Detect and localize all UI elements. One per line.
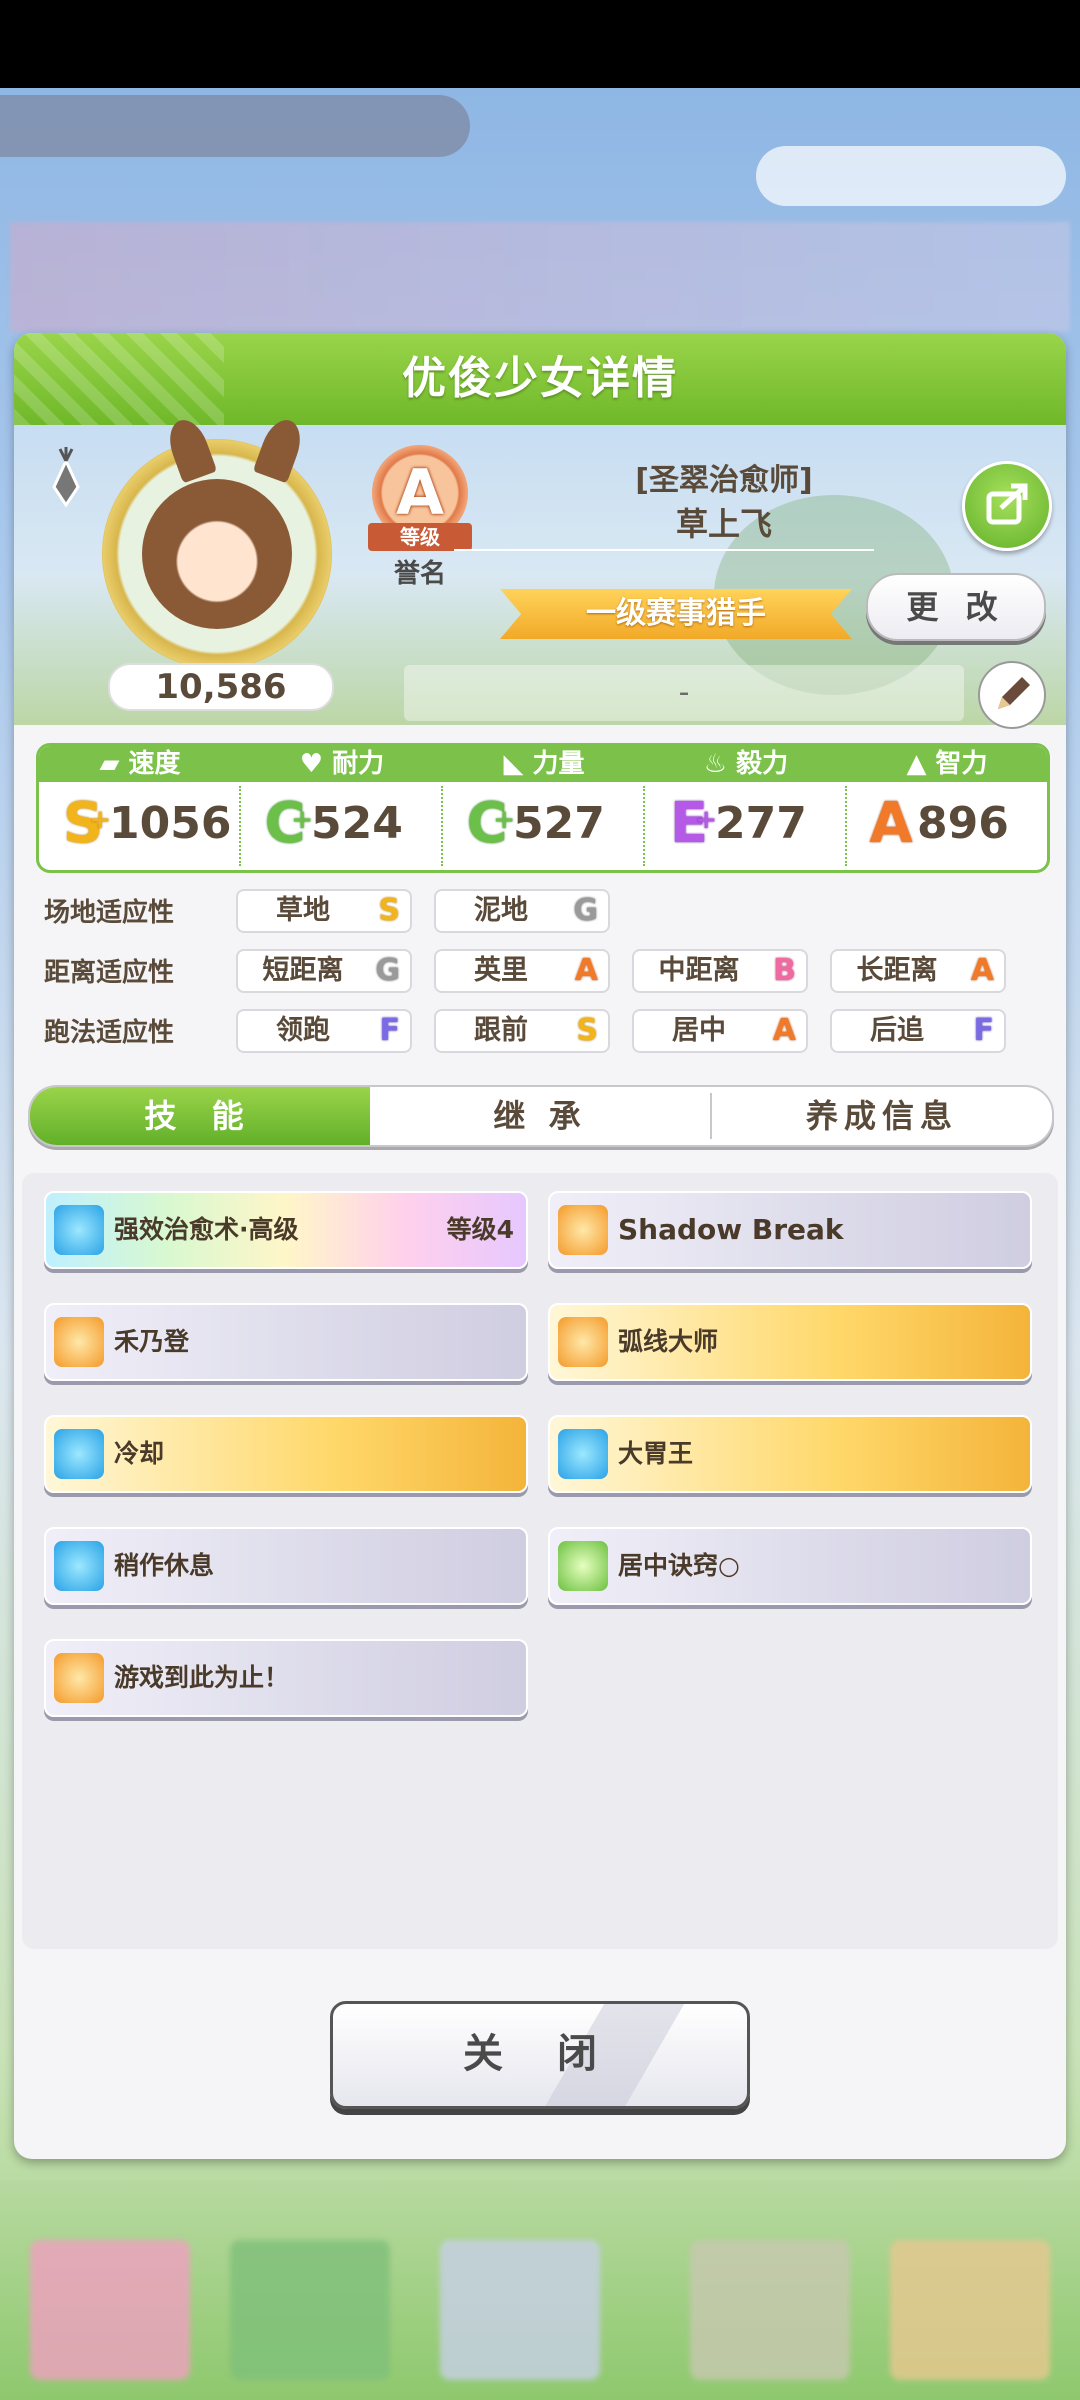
aptitude-dirt: 泥地 G — [434, 889, 610, 933]
stat-label: ♨ 毅力 — [645, 746, 847, 782]
stat-stamina: ♥ 耐力 C + 524 — [241, 746, 443, 870]
orange-horse-icon — [54, 1653, 104, 1703]
avatar-face — [142, 479, 292, 629]
aptitude-front-runner: 领跑 F — [236, 1009, 412, 1053]
aptitude-turf: 草地 S — [236, 889, 412, 933]
stat-value: 277 — [715, 798, 807, 849]
track-aptitude-label: 场地适应性 — [44, 898, 175, 928]
rank-ribbon: 等级 — [368, 523, 472, 551]
blurred-menu-item — [30, 2240, 190, 2380]
skill-item[interactable]: 弧线大师 — [548, 1303, 1032, 1381]
blurred-menu-item — [890, 2240, 1050, 2380]
flame-icon: ♨ — [703, 749, 737, 779]
costume-title: [圣翠治愈师] — [635, 463, 813, 498]
tab-training-info[interactable]: 养成信息 — [712, 1087, 1052, 1145]
blue-sparkle-icon — [54, 1429, 104, 1479]
stat-wisdom: ▲ 智力 A 896 — [847, 746, 1047, 870]
stat-label: ▲ 智力 — [847, 746, 1047, 782]
skill-item[interactable]: 强效治愈术·高级 等级4 — [44, 1191, 528, 1269]
stat-label: ▰ 速度 — [39, 746, 241, 782]
avatar-ear — [162, 414, 218, 484]
blue-sparkle-icon — [54, 1541, 104, 1591]
skill-item[interactable]: 大胃王 — [548, 1415, 1032, 1493]
heart-icon: ♥ — [299, 749, 333, 779]
stat-grade: E + — [669, 791, 717, 856]
tab-inheritance[interactable]: 继 承 — [370, 1087, 710, 1145]
character-avatar[interactable] — [102, 414, 332, 669]
carrot-icon — [52, 447, 80, 507]
distance-aptitude-label: 距离适应性 — [44, 958, 175, 988]
tab-skills[interactable]: 技 能 — [30, 1087, 370, 1145]
stat-guts: ♨ 毅力 E + 277 — [645, 746, 847, 870]
aptitude-mile: 英里 A — [434, 949, 610, 993]
close-button[interactable]: 关 闭 — [330, 2001, 750, 2109]
stat-value: 527 — [513, 798, 605, 849]
blurred-menu-item — [690, 2240, 850, 2380]
profile-memo: - — [404, 665, 964, 721]
stat-grade: A — [869, 791, 913, 856]
orange-horse-icon — [558, 1205, 608, 1255]
umamusume-detail-dialog: 优俊少女详情 10,586 A 等级 誉名 [圣翠治愈师] 草上飞 一级赛事猎手… — [14, 333, 1066, 2159]
fan-count: 10,586 — [108, 663, 334, 711]
skill-item[interactable]: 游戏到此为止！ — [44, 1639, 528, 1717]
orange-horse-icon — [558, 1317, 608, 1367]
aptitude-long: 长距离 A — [830, 949, 1006, 993]
aptitude-late-surger: 居中 A — [632, 1009, 808, 1053]
blue-sparkle-icon — [558, 1429, 608, 1479]
skills-list: 强效治愈术·高级 等级4 Shadow Break 禾乃登 弧线大师 冷却 大胃… — [22, 1173, 1058, 1949]
stat-power: ◣ 力量 C + 527 — [443, 746, 645, 870]
share-icon — [986, 483, 1028, 525]
stat-grade: S + — [62, 791, 111, 856]
aptitude-end-closer: 后追 F — [830, 1009, 1006, 1053]
skill-item[interactable]: Shadow Break — [548, 1191, 1032, 1269]
stat-value: 524 — [311, 798, 403, 849]
pencil-icon — [998, 677, 1030, 709]
stat-grade: C + — [264, 791, 313, 856]
stat-label: ♥ 耐力 — [241, 746, 443, 782]
orange-horse-icon — [54, 1317, 104, 1367]
change-epithet-button[interactable]: 更 改 — [866, 573, 1046, 641]
stat-value: 896 — [917, 798, 1009, 849]
aptitude-pace-chaser: 跟前 S — [434, 1009, 610, 1053]
epithet-banner: 一级赛事猎手 — [500, 589, 852, 639]
graduation-cap-icon: ▲ — [906, 749, 936, 779]
edit-memo-button[interactable] — [978, 661, 1046, 729]
divider — [454, 549, 874, 551]
status-bar — [0, 0, 1080, 88]
profile-section: 10,586 A 等级 誉名 [圣翠治愈师] 草上飞 一级赛事猎手 更 改 - — [14, 414, 1066, 729]
style-aptitude-label: 跑法适应性 — [44, 1018, 175, 1048]
skill-item[interactable]: 禾乃登 — [44, 1303, 528, 1381]
dialog-header: 优俊少女详情 — [14, 333, 1066, 425]
detail-tabs: 技 能 继 承 养成信息 — [28, 1085, 1054, 1147]
skill-level: 等级4 — [446, 1215, 514, 1244]
blurred-menu-item — [440, 2240, 600, 2380]
rank-badge: A 等级 — [360, 445, 480, 555]
skill-item[interactable]: 居中诀窍○ — [548, 1527, 1032, 1605]
blurred-banner — [0, 95, 470, 157]
character-name: 草上飞 — [675, 505, 772, 543]
muscle-arm-icon: ◣ — [503, 749, 533, 779]
stat-grade: C + — [466, 791, 515, 856]
green-book-icon — [558, 1541, 608, 1591]
skill-item[interactable]: 冷却 — [44, 1415, 528, 1493]
rank-label: 誉名 — [393, 559, 446, 589]
stat-speed: ▰ 速度 S + 1056 — [39, 746, 241, 870]
stats-panel: ▰ 速度 S + 1056 ♥ 耐力 C + 524 ◣ 力量 C + 527 ♨ 毅… — [36, 743, 1050, 873]
dialog-title: 优俊少女详情 — [402, 353, 678, 404]
avatar-ear — [252, 414, 308, 484]
speed-shoe-icon: ▰ — [99, 749, 129, 779]
stat-value: 1056 — [109, 798, 232, 849]
share-button[interactable] — [962, 461, 1052, 551]
blurred-menu-item — [230, 2240, 390, 2380]
skill-item[interactable]: 稍作休息 — [44, 1527, 528, 1605]
aptitude-medium: 中距离 B — [632, 949, 808, 993]
blue-sparkle-icon — [54, 1205, 104, 1255]
stat-label: ◣ 力量 — [443, 746, 645, 782]
blurred-button — [756, 146, 1066, 206]
aptitude-sprint: 短距离 G — [236, 949, 412, 993]
blurred-character-row — [10, 222, 1070, 332]
